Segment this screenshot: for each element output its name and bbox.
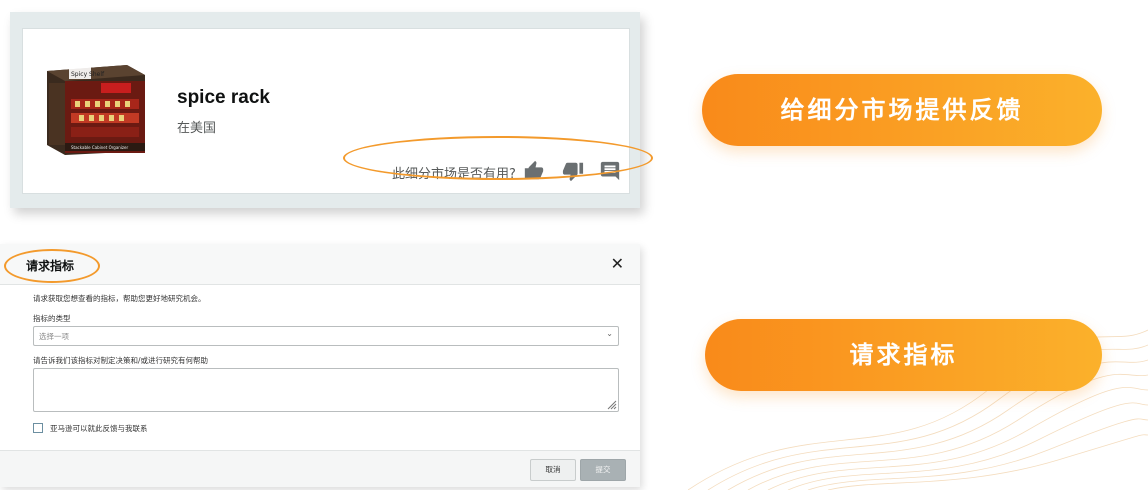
close-icon[interactable]: ✕ <box>611 254 624 273</box>
product-box-caption: Stackable Cabinet Organizer <box>71 145 128 150</box>
modal-header: 请求指标 ✕ <box>0 244 640 285</box>
request-metrics-pill: 请求指标 <box>705 319 1102 391</box>
chevron-down-icon: ⌄ <box>606 329 613 338</box>
cancel-button[interactable]: 取消 <box>530 459 576 481</box>
product-box-brand: Spicy Shelf <box>71 71 105 78</box>
submit-button[interactable]: 提交 <box>580 459 626 481</box>
help-textarea[interactable] <box>33 368 619 412</box>
product-image: Spicy Shelf Stackable Cabinet Organizer <box>47 65 145 155</box>
title-highlight-oval <box>4 249 100 283</box>
metric-type-label: 指标的类型 <box>33 314 71 323</box>
metric-type-placeholder: 选择一项 <box>39 332 69 341</box>
metric-type-select[interactable]: 选择一项 ⌄ <box>33 326 619 346</box>
product-title[interactable]: spice rack <box>177 87 270 109</box>
modal-description: 请求获取您想查看的指标，帮助您更好地研究机会。 <box>33 294 206 303</box>
resize-handle-icon[interactable] <box>605 398 617 410</box>
contact-checkbox[interactable] <box>33 423 43 433</box>
feedback-highlight-oval <box>343 136 653 180</box>
help-label: 请告诉我们该指标对制定决策和/或进行研究有何帮助 <box>33 356 209 365</box>
request-metrics-modal: 请求指标 ✕ 请求获取您想查看的指标，帮助您更好地研究机会。 指标的类型 选择一… <box>0 244 640 487</box>
feedback-pill: 给细分市场提供反馈 <box>702 74 1102 146</box>
contact-checkbox-label: 亚马逊可以就此反馈与我联系 <box>50 424 148 433</box>
modal-footer: 取消 提交 <box>0 450 640 487</box>
product-marketplace: 在美国 <box>177 121 217 136</box>
